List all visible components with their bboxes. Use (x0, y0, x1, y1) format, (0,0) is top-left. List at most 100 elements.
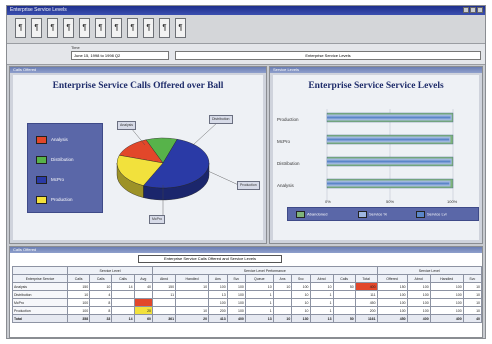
table-cell: 100 (376, 298, 408, 307)
table-cell: 150 (152, 282, 177, 291)
table-cell: 8 (89, 306, 113, 315)
table-cell: 200 (208, 306, 228, 315)
table-cell: 10 (272, 314, 293, 323)
table-cell: 13 (244, 314, 274, 323)
maximize-button[interactable] (470, 7, 476, 13)
table-cell: 10 (291, 306, 311, 315)
tool-button-8[interactable]: ¶ (127, 18, 138, 38)
table-row[interactable]: Total 358 33 14 60 361 20 413 400 13 10 130 13 50 1161… (12, 314, 483, 323)
column-header[interactable]: Abnd (406, 274, 431, 283)
column-header[interactable]: Svc (291, 274, 311, 283)
group-header-3: Service Level (376, 266, 483, 275)
table-cell: 100 (406, 306, 431, 315)
table-cell: 100 (66, 306, 91, 315)
column-header[interactable]: Svc (226, 274, 246, 283)
bar-analysis-service-lvl[interactable] (327, 182, 450, 185)
table-cell (152, 306, 177, 315)
table-cell: 100 (208, 298, 228, 307)
table-cell: 10 (175, 282, 210, 291)
swatch-service-pct (358, 211, 367, 218)
table-cell: 150 (376, 282, 408, 291)
bar-mcpro-service-lvl[interactable] (327, 138, 450, 141)
callout-distribution: Distribution (209, 115, 233, 124)
table-cell: 1161 (354, 314, 378, 323)
column-header[interactable]: Avg (133, 274, 154, 283)
panel-header: Calls Offered (10, 67, 266, 73)
column-header[interactable]: Queue (244, 274, 274, 283)
column-header[interactable]: Calls (332, 274, 356, 283)
tool-button-4[interactable]: ¶ (63, 18, 74, 38)
column-header[interactable]: Ans (272, 274, 293, 283)
tool-button-2[interactable]: ¶ (31, 18, 42, 38)
table-cell: 10 (462, 282, 483, 291)
table-cell: 100 (66, 298, 91, 307)
table-cell (272, 290, 293, 299)
table-cell: 100 (226, 290, 246, 299)
tool-button-3[interactable]: ¶ (47, 18, 58, 38)
group-header-1: Service Level (66, 266, 154, 275)
row-header: Production (12, 306, 68, 315)
table-row[interactable]: Production 100 8 20 10 200 100 1 10 1 200 100 100 100… (12, 306, 483, 315)
callout-mcpro: McPro (149, 215, 166, 224)
table-cell: 14 (111, 314, 135, 323)
table-cell: 4 (89, 290, 113, 299)
window-title: Enterprise Service Levels (10, 7, 67, 13)
column-header[interactable]: Enterprise Service (12, 274, 68, 283)
group-header-row: Service Level Service Level Performance … (12, 266, 483, 275)
close-button[interactable] (477, 7, 483, 13)
table-cell (272, 306, 293, 315)
calls-offered-panel: Calls Offered Enterprise Service Calls O… (9, 66, 267, 244)
column-header[interactable]: Svc (462, 274, 483, 283)
table-cell: 100 (226, 306, 246, 315)
row-header: Distribution (12, 290, 68, 299)
column-header[interactable]: Offered (376, 274, 408, 283)
table-cell: 100 (429, 306, 464, 315)
bar-production-service-lvl[interactable] (327, 116, 451, 119)
column-header[interactable]: Abnd (309, 274, 334, 283)
column-header[interactable]: Calls (111, 274, 135, 283)
legend-item-abandoned: Abandoned (296, 211, 327, 218)
tool-button-10[interactable]: ¶ (159, 18, 170, 38)
filter-bar: Time June 15, 1998 to 1998 Q2 Enterprise… (7, 44, 485, 65)
tool-button-6[interactable]: ¶ (95, 18, 106, 38)
group-header-2: Service Level Performance (152, 266, 378, 275)
table-cell: 10 (462, 298, 483, 307)
column-header[interactable]: Handled (429, 274, 464, 283)
table-cell: 150 (66, 282, 91, 291)
panel-header: Calls Offered (10, 247, 482, 253)
tool-button-5[interactable]: ¶ (79, 18, 90, 38)
table-cell (111, 298, 135, 307)
tool-button-9[interactable]: ¶ (143, 18, 154, 38)
tool-button-1[interactable]: ¶ (15, 18, 26, 38)
tool-button-7[interactable]: ¶ (111, 18, 122, 38)
column-header[interactable]: Handled (175, 274, 210, 283)
column-header[interactable]: Calls (89, 274, 113, 283)
row-header: McPro (12, 298, 68, 307)
tool-button-11[interactable]: ¶ (175, 18, 186, 38)
column-header[interactable]: Abnd (152, 274, 177, 283)
table-cell: 33 (89, 314, 113, 323)
time-filter-field[interactable]: June 15, 1998 to 1998 Q2 (71, 51, 169, 60)
bar-distribution-service-lvl[interactable] (327, 160, 451, 163)
table-row[interactable]: Distribution 10 4 11 13 100 1 10 1 111 100 100 100 10 (12, 290, 483, 299)
table-row[interactable]: McPro 100 8 100 100 1 10 1 450 100 100 100 10 (12, 298, 483, 307)
table-cell: 60 (133, 314, 154, 323)
table-cell: 450 (376, 314, 408, 323)
table-cell: 1 (309, 290, 334, 299)
column-header[interactable]: Ans (208, 274, 228, 283)
table-cell: 100 (406, 298, 431, 307)
table-row[interactable]: Analysis 150 10 14 40 150 10 100 100 10 10 100 10 50 4… (12, 282, 483, 291)
report-title: Enterprise Service Calls Offered and Ser… (138, 255, 282, 263)
column-header[interactable]: Total (354, 274, 378, 283)
column-header-row: Enterprise Service Calls Calls Calls Avg Abnd… (12, 274, 483, 283)
table-cell: 100 (429, 298, 464, 307)
table-cell: 358 (66, 314, 91, 323)
table-cell: 10 (462, 290, 483, 299)
column-header[interactable]: Calls (66, 274, 91, 283)
table-cell: 10 (272, 282, 293, 291)
minimize-button[interactable] (463, 7, 469, 13)
service-levels-panel: Service Levels Enterprise Service Servic… (269, 66, 483, 244)
table-cell (332, 290, 356, 299)
table-cell: 20 (133, 306, 154, 315)
table-cell: 11 (152, 290, 177, 299)
